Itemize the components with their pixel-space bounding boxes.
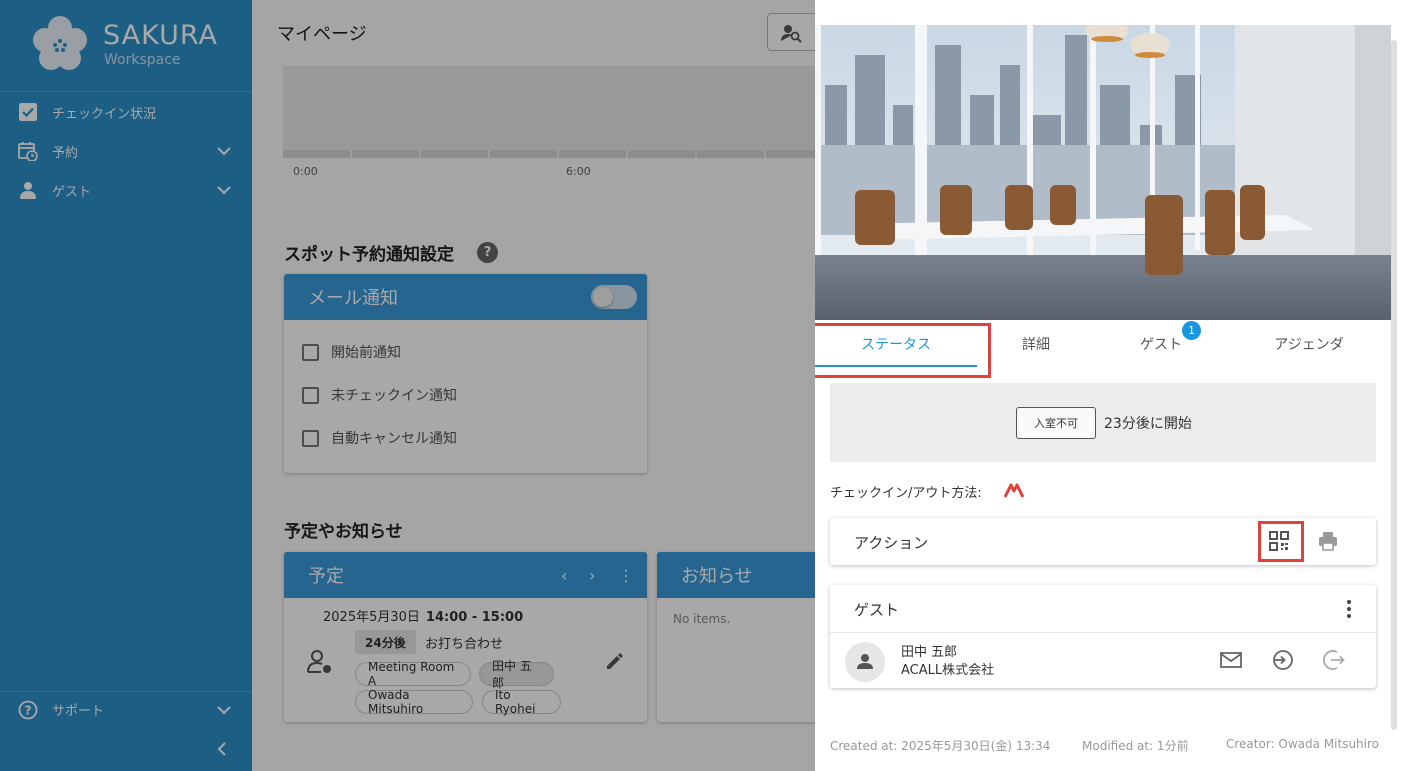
print-icon[interactable] [1316, 529, 1340, 553]
reservation-detail-drawer: ステータス 詳細 ゲスト アジェンダ 1 入室不可 23分後に開始 チェックイン… [815, 0, 1405, 771]
drawer-header [815, 0, 1405, 25]
check-in-icon[interactable] [1270, 648, 1294, 672]
highlight-qr-button [1258, 521, 1304, 562]
person-icon [857, 654, 873, 669]
guest-company: ACALL株式会社 [901, 663, 995, 678]
guest-panel: ゲスト 田中 五郎 ACALL株式会社 [830, 585, 1376, 688]
modal-backdrop[interactable] [0, 0, 815, 771]
tab-agenda[interactable]: アジェンダ [1227, 320, 1391, 368]
check-out-icon[interactable] [1322, 648, 1346, 672]
avatar [845, 642, 885, 682]
divider [830, 632, 1376, 633]
highlight-status-tab [815, 323, 991, 378]
mail-icon[interactable] [1219, 648, 1243, 672]
drawer-scrollbar[interactable] [1391, 40, 1397, 730]
entry-status-pill: 入室不可 [1016, 407, 1096, 439]
guest-panel-title: ゲスト [854, 601, 900, 619]
acall-logo-icon [1004, 483, 1024, 498]
guest-count-badge: 1 [1182, 321, 1201, 340]
creator: Creator: Owada Mitsuhiro [1226, 737, 1380, 751]
tab-guest[interactable]: ゲスト [1095, 320, 1227, 368]
guest-name: 田中 五郎 [901, 645, 958, 660]
actions-title: アクション [854, 534, 929, 552]
start-countdown: 23分後に開始 [1104, 416, 1192, 432]
more-vert-icon[interactable] [1337, 597, 1361, 621]
modified-at: Modified at: 1分前 [1082, 739, 1189, 753]
created-at: Created at: 2025年5月30日(金) 13:34 [830, 739, 1051, 753]
meeting-room-photo [815, 25, 1391, 320]
status-panel: 入室不可 23分後に開始 [830, 383, 1376, 462]
tab-detail[interactable]: 詳細 [977, 320, 1095, 368]
checkin-method-label: チェックイン/アウト方法: [830, 486, 982, 501]
